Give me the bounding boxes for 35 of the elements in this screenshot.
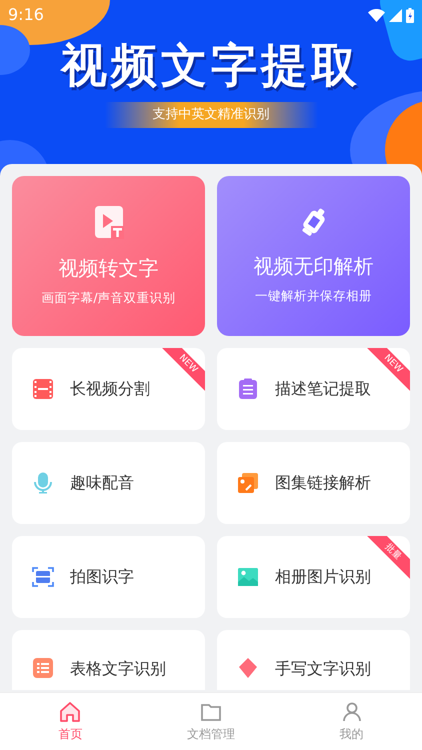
feature-card[interactable]: 视频无印解析 一键解析并保存相册 <box>217 176 410 336</box>
status-time: 9:16 <box>8 4 44 26</box>
banner-subtitle: 支持中英文精准识别 <box>104 102 318 128</box>
gallery-icon <box>237 472 259 494</box>
wifi-icon <box>368 8 385 22</box>
banner-title: 视频文字提取 <box>61 42 361 88</box>
signal-icon <box>389 8 402 22</box>
image-icon <box>237 566 259 588</box>
tool-label: 手写文字识别 <box>275 658 371 680</box>
film-icon <box>32 378 54 400</box>
tool-card[interactable]: 手写文字识别 <box>217 630 410 690</box>
scan-icon <box>32 566 54 588</box>
tool-label: 趣味配音 <box>70 472 134 494</box>
card-subtitle: 一键解析并保存相册 <box>255 286 372 305</box>
card-subtitle: 画面字幕/声音双重识别 <box>41 288 176 307</box>
tool-card[interactable]: 拍图识字 <box>12 536 205 618</box>
card-title: 视频无印解析 <box>254 252 374 280</box>
battery-icon <box>406 8 414 22</box>
tool-label: 相册图片识别 <box>275 566 371 588</box>
tool-label: 图集链接解析 <box>275 472 371 494</box>
user-icon <box>340 700 363 722</box>
video-text-icon <box>94 204 124 239</box>
microphone-icon <box>32 472 54 494</box>
list-icon <box>32 657 54 679</box>
tool-card[interactable]: 趣味配音 <box>12 442 205 524</box>
tool-label: 表格文字识别 <box>70 658 166 680</box>
tool-label: 描述笔记提取 <box>275 378 371 400</box>
tool-card[interactable]: 图集链接解析 <box>217 442 410 524</box>
card-title: 视频转文字 <box>58 254 158 282</box>
tool-card[interactable]: 相册图片识别 批量 <box>217 536 410 618</box>
tool-label: 拍图识字 <box>70 566 134 588</box>
notepad-icon <box>237 378 259 400</box>
tool-card[interactable]: 表格文字识别 <box>12 630 205 690</box>
tool-label: 长视频分割 <box>70 378 150 400</box>
home-icon <box>59 700 82 722</box>
